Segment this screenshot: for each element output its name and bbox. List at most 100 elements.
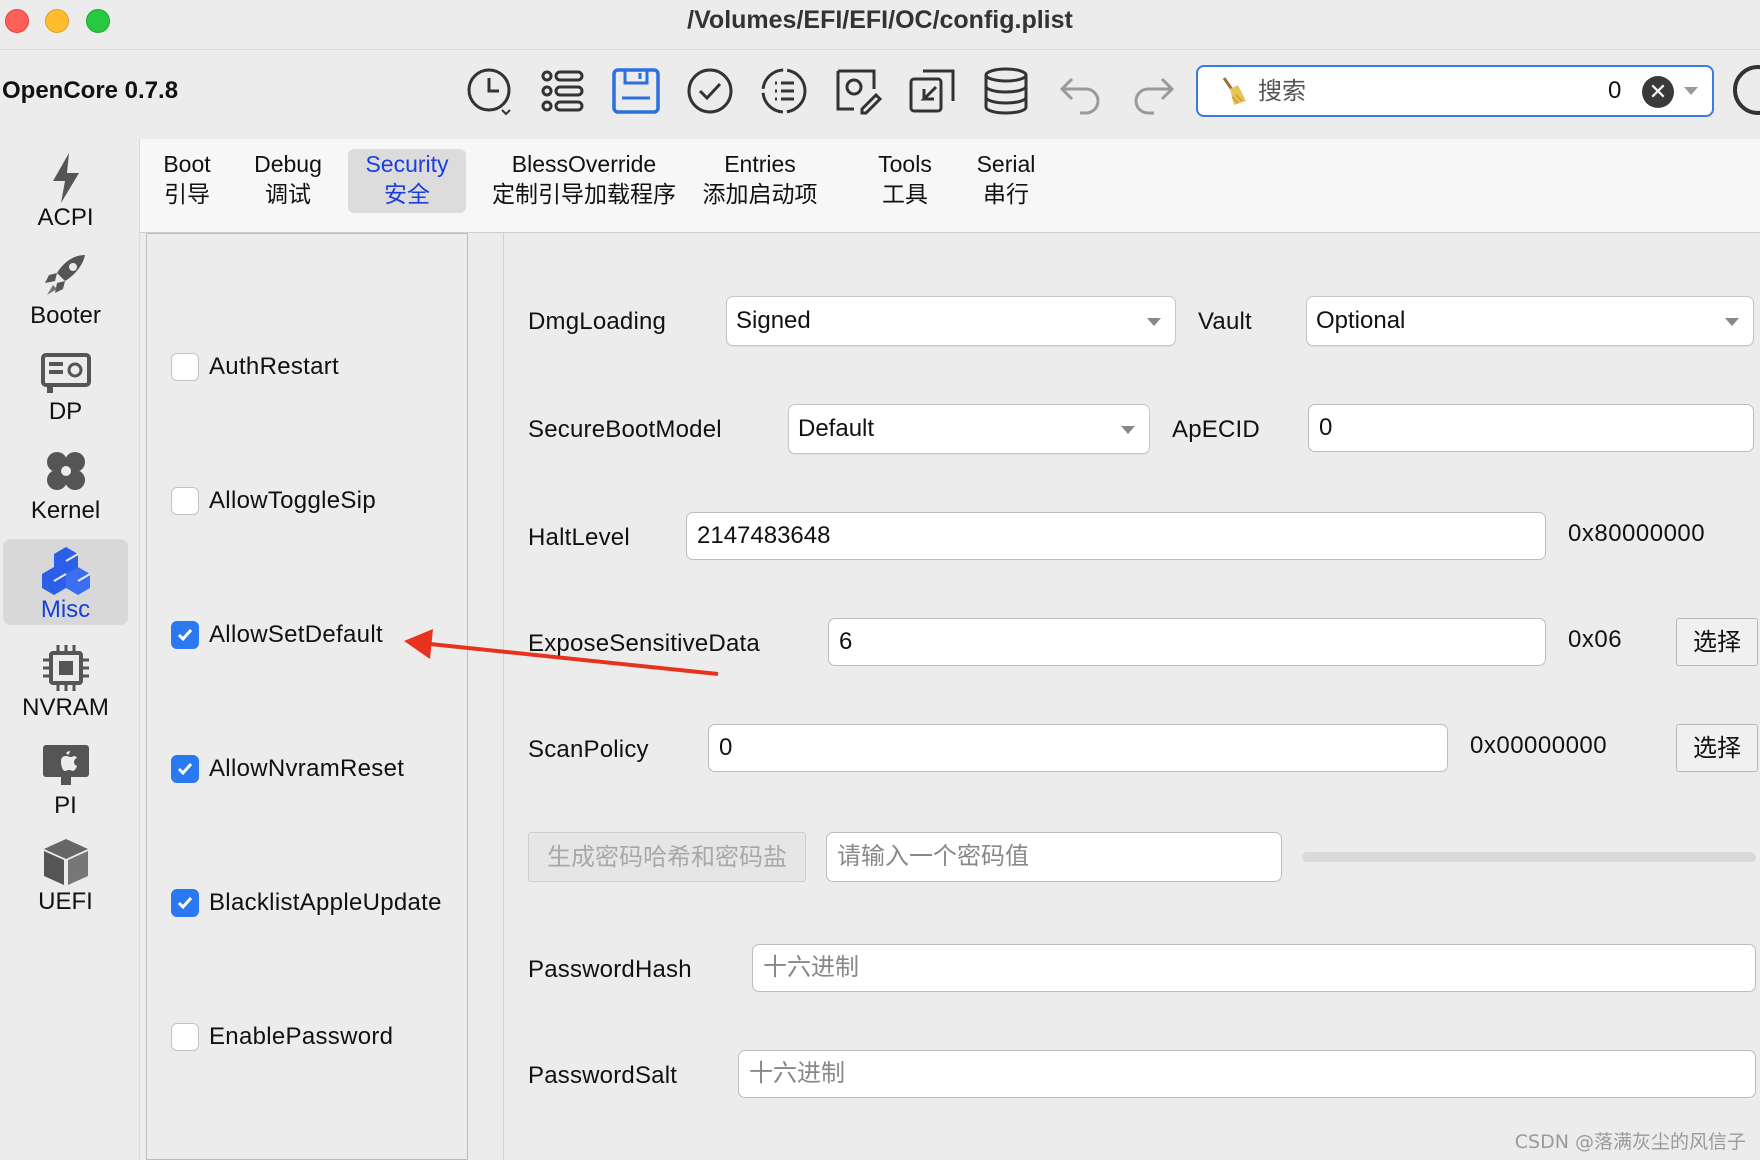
checkbox-enablepassword[interactable]: EnablePassword (171, 1020, 393, 1054)
undo-button[interactable] (1052, 63, 1108, 119)
sidebar-item-pi[interactable]: PI (3, 735, 128, 821)
chip-icon (43, 645, 89, 691)
tab-boot[interactable]: Boot 引导 (156, 149, 218, 213)
securebootmodel-select[interactable]: Default (788, 404, 1150, 454)
passwordhash-input[interactable] (752, 944, 1756, 992)
haltlevel-hex: 0x80000000 (1568, 520, 1706, 547)
tab-debug[interactable]: Debug 调试 (248, 149, 328, 213)
tab-label-zh: 引导 (164, 181, 210, 207)
tab-label-zh: 调试 (265, 181, 311, 207)
sidebar-item-uefi[interactable]: UEFI (3, 831, 128, 917)
tab-label-zh: 定制引导加载程序 (492, 181, 676, 207)
dmgloading-select[interactable]: Signed (726, 296, 1176, 346)
box-icon (44, 839, 88, 885)
apple-computer-icon (43, 745, 89, 785)
tab-bar: Boot 引导 Debug 调试 Security 安全 BlessOverri… (140, 139, 1760, 233)
gpu-card-icon (41, 353, 91, 393)
search-dropdown-chevron-icon[interactable] (1684, 87, 1698, 95)
sidebar-item-dp[interactable]: DP (3, 341, 128, 427)
tab-label-en: Boot (163, 151, 211, 177)
checkbox-label: BlacklistAppleUpdate (209, 889, 442, 916)
sidebar-item-acpi[interactable]: ACPI (3, 147, 128, 233)
sidebar-item-label: DP (48, 398, 83, 425)
search-input[interactable] (1258, 73, 1578, 109)
security-flags-panel: AuthRestart AllowToggleSip AllowSetDefau… (146, 233, 468, 1160)
passwordsalt-label: PasswordSalt (528, 1062, 678, 1089)
sidebar-item-label: UEFI (38, 888, 93, 915)
checkbox-blacklistappleupdate[interactable]: BlacklistAppleUpdate (171, 886, 442, 920)
app-name: OpenCore 0.7.8 (2, 77, 179, 104)
tab-entries[interactable]: Entries 添加启动项 (698, 149, 822, 213)
list-circle-button[interactable] (756, 63, 812, 119)
list-button[interactable] (534, 63, 590, 119)
generate-password-hash-button[interactable]: 生成密码哈希和密码盐 (528, 832, 806, 882)
import-button[interactable] (904, 63, 960, 119)
redo-icon (1134, 77, 1175, 115)
checkbox-label: AllowToggleSip (209, 487, 376, 514)
apecid-input[interactable] (1308, 404, 1754, 452)
exposesensitivedata-label: ExposeSensitiveData (528, 630, 760, 657)
save-icon (612, 68, 660, 114)
securebootmodel-value: Default (798, 415, 875, 442)
check-circle-icon (687, 68, 733, 114)
history-button[interactable] (462, 63, 518, 119)
checkbox-authrestart[interactable]: AuthRestart (171, 350, 339, 384)
haltlevel-input[interactable] (686, 512, 1546, 560)
tab-label-en: Debug (254, 151, 322, 177)
sidebar-item-kernel[interactable]: Kernel (3, 440, 128, 526)
tab-serial[interactable]: Serial 串行 (972, 149, 1040, 213)
title-bar: /Volumes/EFI/EFI/OC/config.plist (0, 0, 1760, 50)
checkmark-icon (177, 897, 193, 910)
tab-label-zh: 串行 (983, 181, 1029, 207)
list-circle-icon (761, 68, 807, 114)
database-button[interactable] (978, 63, 1034, 119)
validate-button[interactable] (682, 63, 738, 119)
scanpolicy-input[interactable] (708, 724, 1448, 772)
tab-tools[interactable]: Tools 工具 (872, 149, 938, 213)
checkbox[interactable] (171, 353, 199, 381)
scanpolicy-select-button[interactable]: 选择 (1676, 724, 1758, 772)
passwordsalt-input[interactable] (738, 1050, 1756, 1098)
sidebar-item-label: Misc (40, 596, 91, 623)
exposesensitivedata-hex: 0x06 (1568, 626, 1623, 653)
tab-label-zh: 添加启动项 (702, 181, 818, 207)
save-button[interactable] (608, 63, 664, 119)
checkbox[interactable] (171, 487, 199, 515)
exposesensitivedata-input[interactable] (828, 618, 1546, 666)
checkbox-checked[interactable] (171, 889, 199, 917)
panel-divider (468, 233, 504, 1160)
sidebar-item-misc[interactable]: Misc (3, 539, 128, 625)
checkbox-label: EnablePassword (209, 1023, 394, 1050)
password-input[interactable] (826, 832, 1282, 882)
dmgloading-value: Signed (736, 307, 811, 334)
tab-label-en: BlessOverride (511, 151, 657, 177)
partial-toolbar-icon[interactable] (1733, 65, 1760, 115)
checkbox[interactable] (171, 1023, 199, 1051)
vault-value: Optional (1316, 307, 1406, 334)
rocket-icon (45, 255, 85, 295)
tab-blessoverride[interactable]: BlessOverride 定制引导加载程序 (486, 149, 682, 213)
sidebar: ACPI Booter DP Kernel Misc NVRAM PI UEFI (0, 139, 140, 1160)
vault-select[interactable]: Optional (1306, 296, 1754, 346)
sidebar-item-nvram[interactable]: NVRAM (3, 637, 128, 723)
list-icon (541, 70, 584, 112)
checkbox-allownvramreset[interactable]: AllowNvramReset (171, 752, 404, 786)
checkbox-allowsetdefault[interactable]: AllowSetDefault (171, 618, 383, 652)
checkbox-allowtogglesip[interactable]: AllowToggleSip (171, 484, 376, 518)
clear-search-button[interactable]: ✕ (1642, 76, 1674, 108)
haltlevel-label: HaltLevel (528, 524, 630, 551)
exposesensitivedata-select-button[interactable]: 选择 (1676, 618, 1758, 666)
history-icon (467, 68, 511, 116)
checkbox-checked[interactable] (171, 755, 199, 783)
doc-edit-button[interactable] (830, 63, 886, 119)
redo-button[interactable] (1126, 63, 1182, 119)
search-box[interactable]: 0 ✕ (1196, 65, 1714, 117)
database-icon (984, 67, 1028, 115)
tab-security[interactable]: Security 安全 (348, 149, 466, 213)
checkbox-checked[interactable] (171, 621, 199, 649)
sidebar-item-label: Kernel (30, 497, 101, 524)
tab-label-zh: 工具 (882, 181, 928, 207)
sidebar-item-booter[interactable]: Booter (3, 245, 128, 331)
apecid-label: ApECID (1172, 416, 1260, 443)
vault-label: Vault (1198, 308, 1252, 335)
